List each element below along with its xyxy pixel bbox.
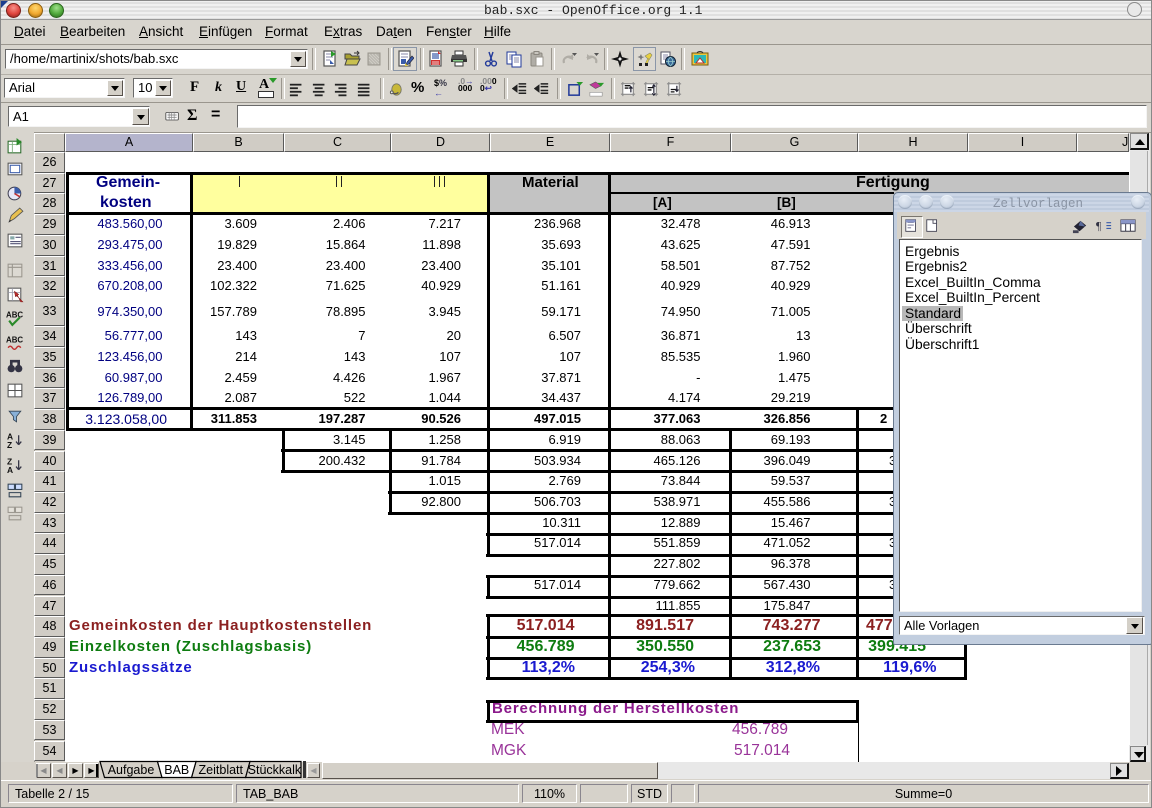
svg-text:¶: ¶ bbox=[1096, 220, 1101, 232]
